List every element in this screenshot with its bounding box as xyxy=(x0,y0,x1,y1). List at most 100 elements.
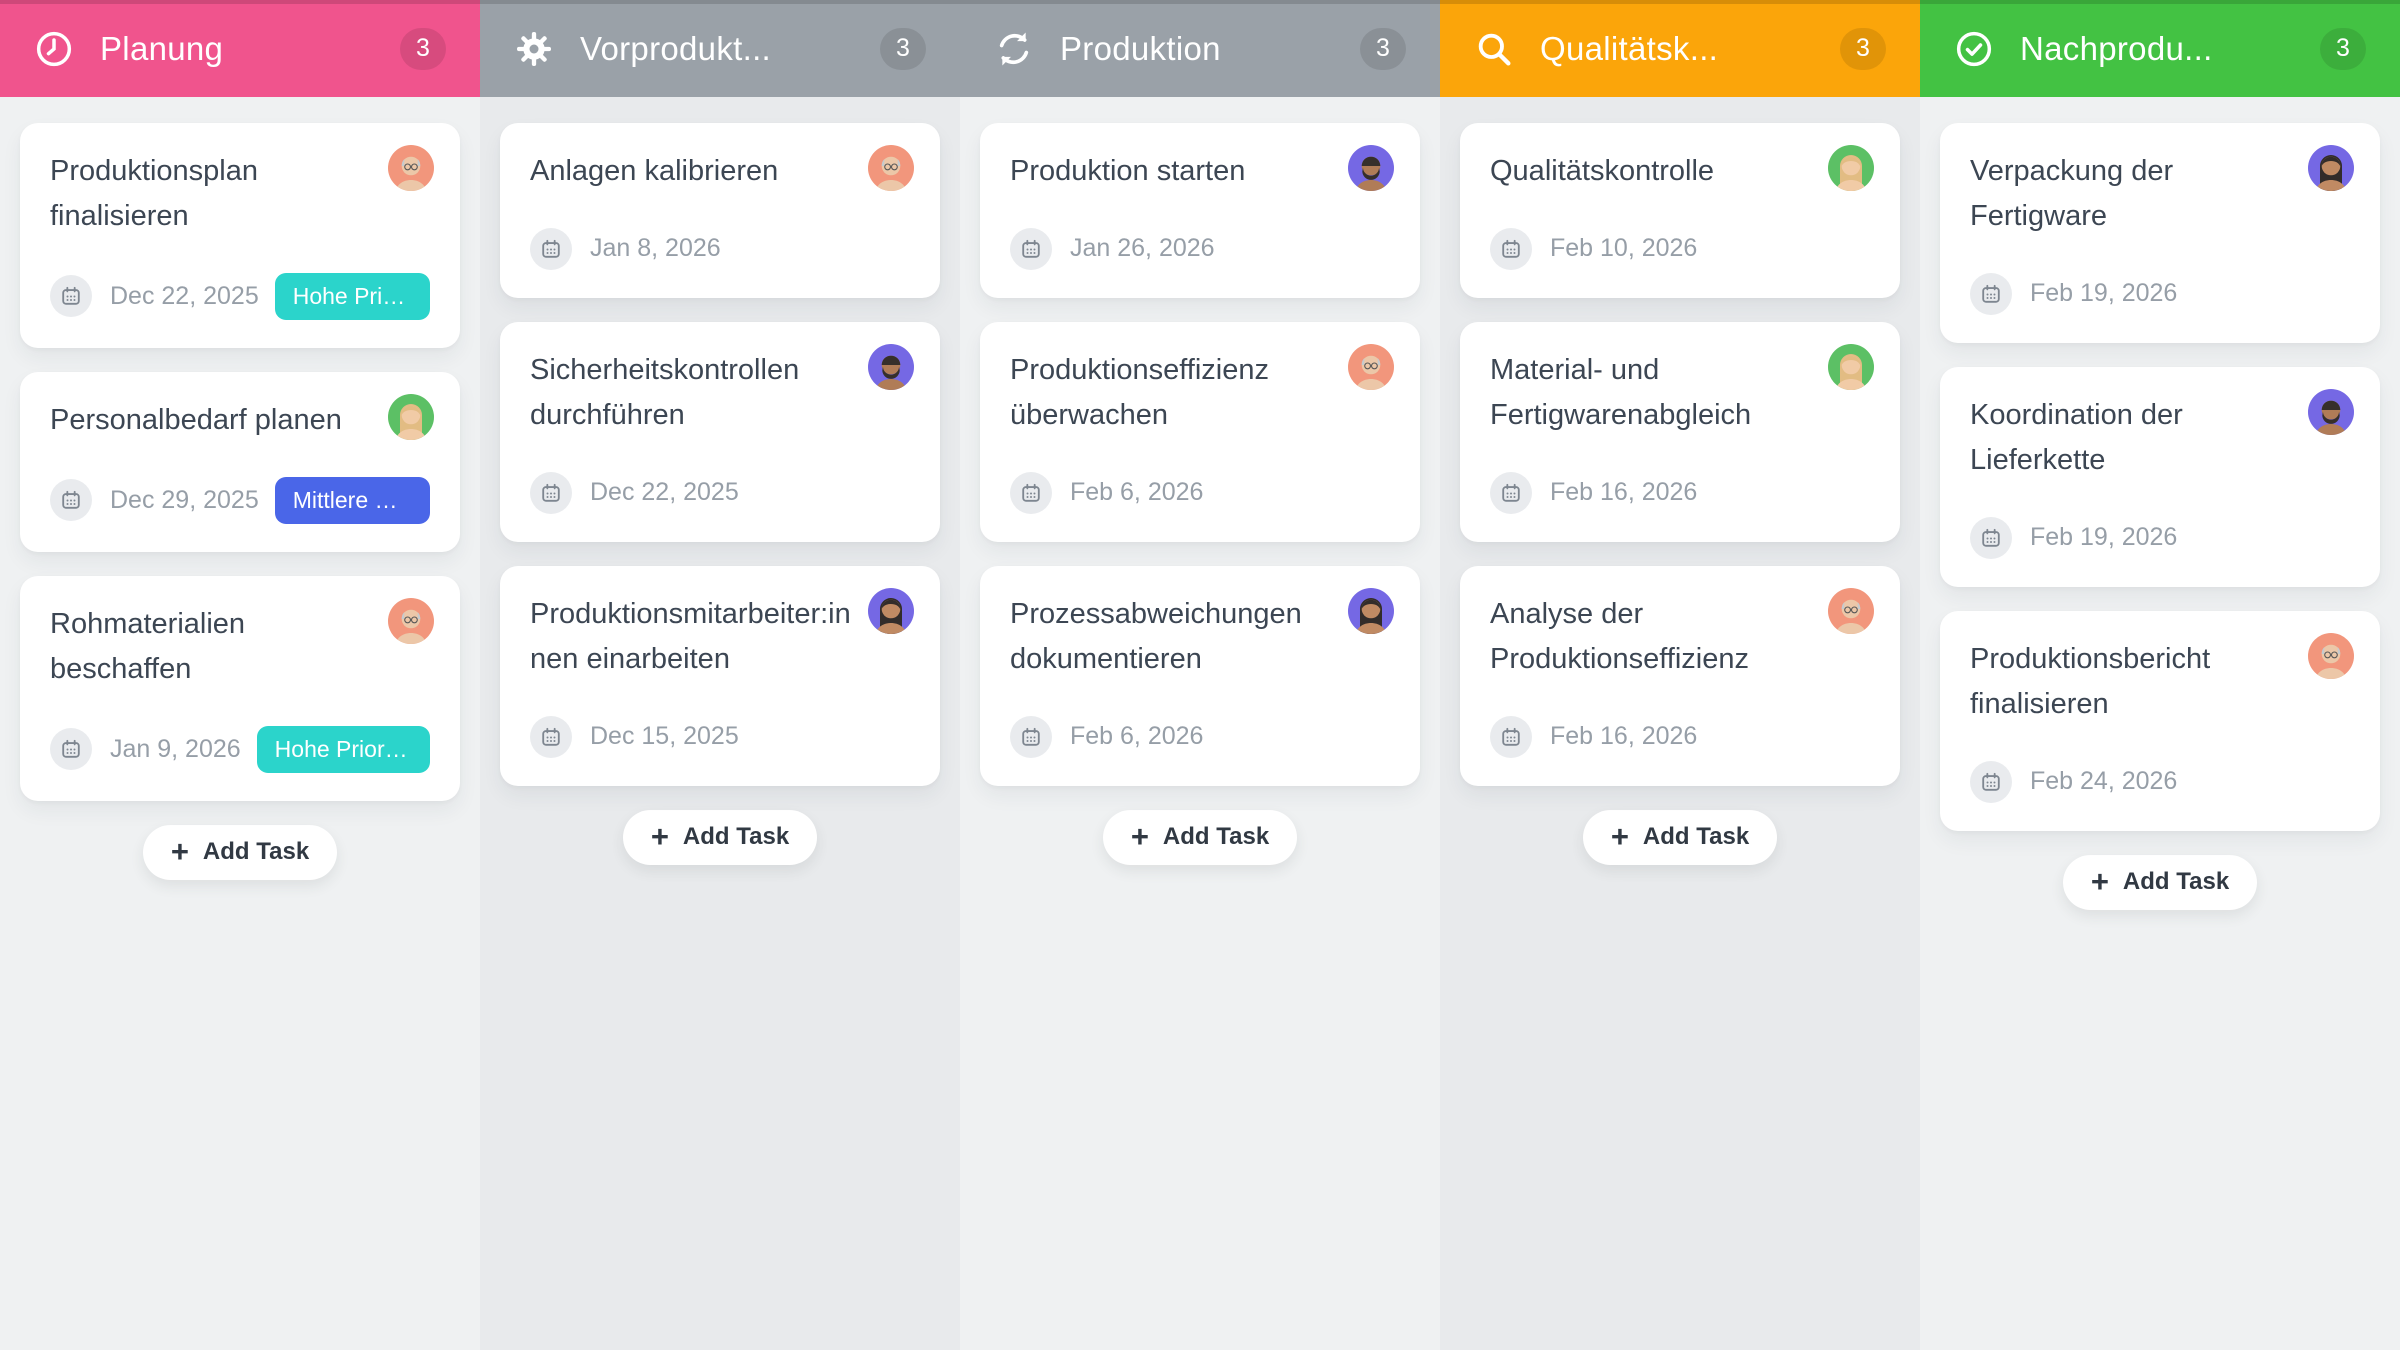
calendar-icon xyxy=(1490,228,1532,270)
kanban-board: Planung 3 Produktionsplan finalisieren xyxy=(0,0,2400,1350)
card-meta: Feb 24, 2026 xyxy=(1970,761,2350,803)
task-title: Produktion starten xyxy=(1010,149,1390,194)
calendar-icon xyxy=(1010,472,1052,514)
task-title: Rohmaterialien beschaffen xyxy=(50,602,430,692)
calendar-icon xyxy=(50,275,92,317)
assignee-avatar xyxy=(1828,344,1874,390)
task-title: Produktionsbericht finalisieren xyxy=(1970,637,2350,727)
column-header: Produktion 3 xyxy=(960,0,1440,97)
assignee-avatar xyxy=(868,588,914,634)
task-card[interactable]: Produktionsbericht finalisieren Feb 24, … xyxy=(1940,611,2380,831)
task-card[interactable]: Anlagen kalibrieren Jan 8, 2026 xyxy=(500,123,940,298)
task-title: Personalbedarf planen xyxy=(50,398,430,443)
column-count-badge: 3 xyxy=(2320,28,2366,70)
add-task-button[interactable]: + Add Task xyxy=(623,810,817,865)
priority-badge: Hohe Priorität xyxy=(275,273,430,320)
card-list: Produktionsplan finalisieren Dec 22, 202… xyxy=(20,123,460,801)
due-date: Feb 19, 2026 xyxy=(2030,523,2177,552)
assignee-avatar xyxy=(2308,145,2354,191)
priority-badge: Hohe Priorität xyxy=(257,726,430,773)
column-count-badge: 3 xyxy=(880,28,926,70)
kanban-column-4: Qualitätsk... 3 Qualitätskontrolle Fe xyxy=(1440,0,1920,1350)
task-card[interactable]: Verpackung der Fertigware Feb 19, 2026 xyxy=(1940,123,2380,343)
add-task-row: + Add Task xyxy=(980,810,1420,865)
plus-icon: + xyxy=(1611,821,1629,852)
card-meta: Jan 8, 2026 xyxy=(530,228,910,270)
column-body: Qualitätskontrolle Feb 10, 2026 Material… xyxy=(1440,97,1920,1350)
card-list: Produktion starten Jan 26, 2026 Produkti… xyxy=(980,123,1420,786)
assignee-avatar xyxy=(388,145,434,191)
column-header: Planung 3 xyxy=(0,0,480,97)
task-card[interactable]: Material- und Fertigwarenabgleich Feb 16… xyxy=(1460,322,1900,542)
task-card[interactable]: Produktionseffizienz überwachen Feb 6, 2… xyxy=(980,322,1420,542)
calendar-icon xyxy=(530,716,572,758)
assignee-avatar xyxy=(1348,588,1394,634)
task-card[interactable]: Prozessabweichungen dokumentieren Feb 6,… xyxy=(980,566,1420,786)
due-date: Feb 19, 2026 xyxy=(2030,279,2177,308)
task-title: Produktionsplan finalisieren xyxy=(50,149,430,239)
task-card[interactable]: Qualitätskontrolle Feb 10, 2026 xyxy=(1460,123,1900,298)
card-meta: Feb 19, 2026 xyxy=(1970,517,2350,559)
add-task-button[interactable]: + Add Task xyxy=(2063,855,2257,910)
add-task-label: Add Task xyxy=(2123,868,2229,896)
task-title: Verpackung der Fertigware xyxy=(1970,149,2350,239)
task-card[interactable]: Sicherheitskontrollen durchführen Dec 22… xyxy=(500,322,940,542)
column-title: Planung xyxy=(100,30,400,68)
card-meta: Jan 26, 2026 xyxy=(1010,228,1390,270)
task-card[interactable]: Personalbedarf planen Dec 29, 2025 Mittl… xyxy=(20,372,460,552)
task-card[interactable]: Produktion starten Jan 26, 2026 xyxy=(980,123,1420,298)
card-list: Qualitätskontrolle Feb 10, 2026 Material… xyxy=(1460,123,1900,786)
calendar-icon xyxy=(50,479,92,521)
kanban-column-3: Produktion 3 Produktion starten Jan 2 xyxy=(960,0,1440,1350)
task-title: Prozessabweichungen dokumentieren xyxy=(1010,592,1390,682)
add-task-label: Add Task xyxy=(203,838,309,866)
add-task-button[interactable]: + Add Task xyxy=(143,825,337,880)
due-date: Feb 6, 2026 xyxy=(1070,722,1203,751)
column-title: Produktion xyxy=(1060,30,1360,68)
column-title: Vorprodukt... xyxy=(580,30,880,68)
card-meta: Feb 10, 2026 xyxy=(1490,228,1870,270)
assignee-avatar xyxy=(2308,633,2354,679)
kanban-column-5: Nachprodu... 3 Verpackung der Fertigware xyxy=(1920,0,2400,1350)
assignee-avatar xyxy=(1828,145,1874,191)
assignee-avatar xyxy=(388,598,434,644)
task-title: Analyse der Produktionseffizienz xyxy=(1490,592,1870,682)
add-task-row: + Add Task xyxy=(20,825,460,880)
task-card[interactable]: Produktionsplan finalisieren Dec 22, 202… xyxy=(20,123,460,348)
task-card[interactable]: Rohmaterialien beschaffen Jan 9, 2026 Ho… xyxy=(20,576,460,801)
column-title: Nachprodu... xyxy=(2020,30,2320,68)
card-meta: Dec 29, 2025 Mittlere Pri... xyxy=(50,477,430,524)
due-date: Jan 8, 2026 xyxy=(590,234,721,263)
calendar-icon xyxy=(1970,273,2012,315)
due-date: Feb 16, 2026 xyxy=(1550,722,1697,751)
search-icon xyxy=(1474,29,1514,69)
due-date: Dec 22, 2025 xyxy=(590,478,739,507)
add-task-label: Add Task xyxy=(1163,823,1269,851)
task-title: Sicherheitskontrollen durchführen xyxy=(530,348,910,438)
card-meta: Feb 6, 2026 xyxy=(1010,716,1390,758)
add-task-row: + Add Task xyxy=(1460,810,1900,865)
add-task-button[interactable]: + Add Task xyxy=(1583,810,1777,865)
task-title: Material- und Fertigwarenabgleich xyxy=(1490,348,1870,438)
card-meta: Feb 19, 2026 xyxy=(1970,273,2350,315)
plus-icon: + xyxy=(651,821,669,852)
card-meta: Dec 15, 2025 xyxy=(530,716,910,758)
column-body: Produktion starten Jan 26, 2026 Produkti… xyxy=(960,97,1440,1350)
priority-badge: Mittlere Pri... xyxy=(275,477,430,524)
add-task-button[interactable]: + Add Task xyxy=(1103,810,1297,865)
column-header: Nachprodu... 3 xyxy=(1920,0,2400,97)
task-card[interactable]: Koordination der Lieferkette Feb 19, 202… xyxy=(1940,367,2380,587)
calendar-icon xyxy=(1490,472,1532,514)
due-date: Feb 6, 2026 xyxy=(1070,478,1203,507)
task-card[interactable]: Produktionsmitarbeiter:innen einarbeiten… xyxy=(500,566,940,786)
task-title: Koordination der Lieferkette xyxy=(1970,393,2350,483)
column-count-badge: 3 xyxy=(1840,28,1886,70)
kanban-column-2: Vorprodukt... 3 Anlagen kalibrieren xyxy=(480,0,960,1350)
column-count-badge: 3 xyxy=(1360,28,1406,70)
due-date: Jan 26, 2026 xyxy=(1070,234,1215,263)
plus-icon: + xyxy=(171,836,189,867)
task-card[interactable]: Analyse der Produktionseffizienz Feb 16,… xyxy=(1460,566,1900,786)
column-body: Anlagen kalibrieren Jan 8, 2026 Siche xyxy=(480,97,960,1350)
assignee-avatar xyxy=(1348,145,1394,191)
column-body: Produktionsplan finalisieren Dec 22, 202… xyxy=(0,97,480,1350)
